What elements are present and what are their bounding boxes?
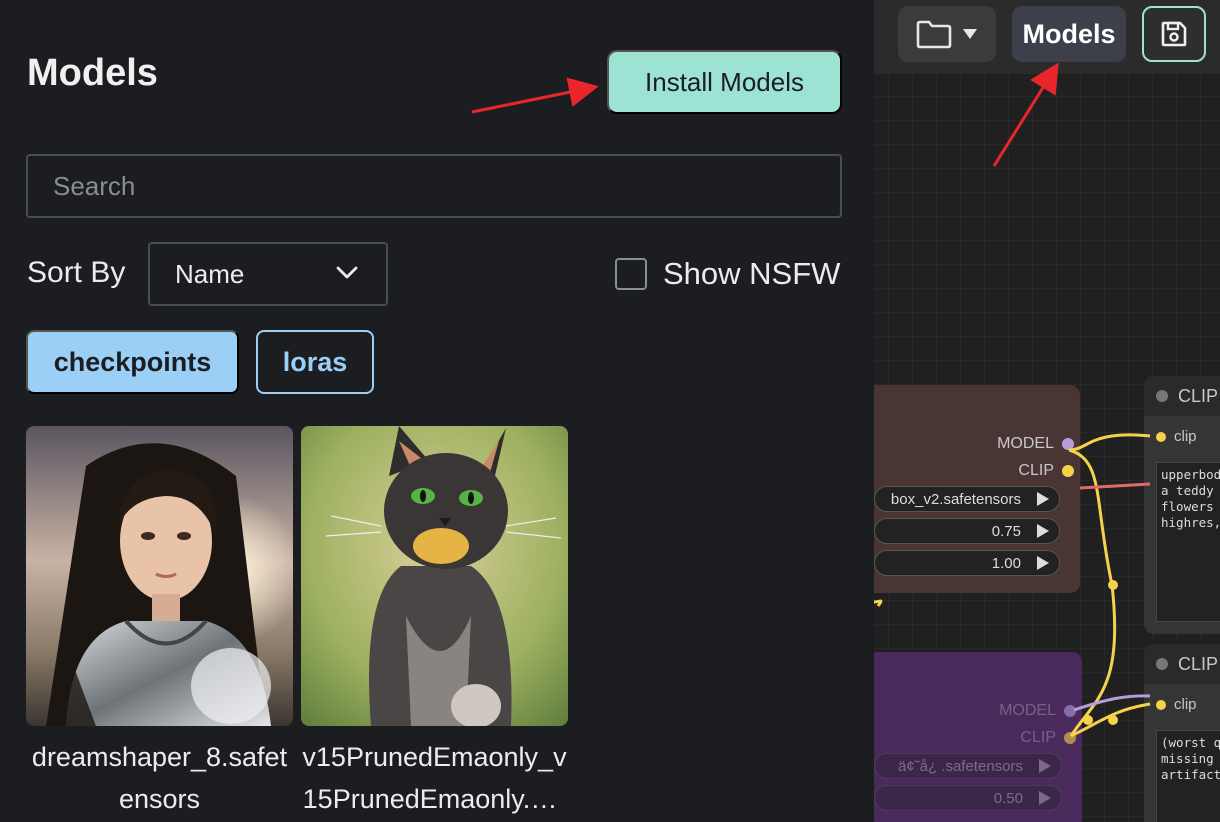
annotation-arrows xyxy=(471,62,1059,167)
arrow-to-models-button xyxy=(992,62,1059,167)
arrow-to-install-button xyxy=(471,77,599,114)
